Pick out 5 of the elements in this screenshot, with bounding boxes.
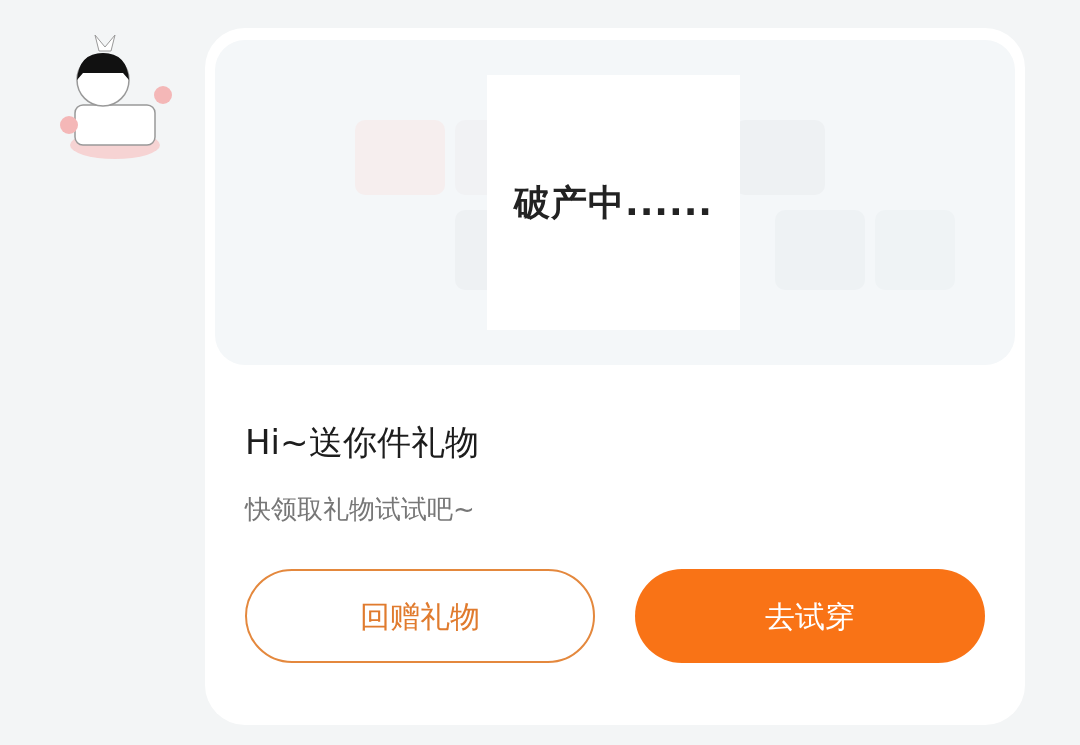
try-on-button[interactable]: 去试穿 [635, 569, 985, 663]
message-title: Hi~送你件礼物 [245, 421, 480, 464]
gift-back-button[interactable]: 回赠礼物 [245, 569, 595, 663]
message-subtitle: 快领取礼物试试吧~ [245, 493, 476, 526]
sticker-text: 破产中...... [487, 75, 740, 330]
